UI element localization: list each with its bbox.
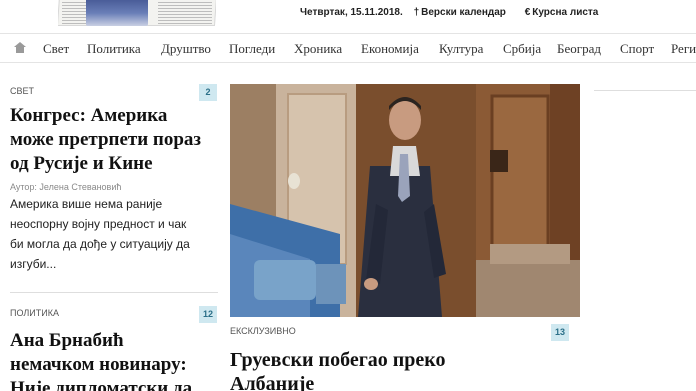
comment-count-badge[interactable]: 12 [199, 306, 217, 323]
nav-item-pogledi[interactable]: Погледи [229, 41, 275, 57]
newspaper-cover-thumbnail[interactable] [58, 0, 216, 27]
top-strip: Четвртак, 15.11.2018. † Верски календар €… [0, 0, 696, 28]
main-navigation: Свет Политика Друштво Погледи Хроника Ек… [0, 33, 696, 63]
calendar-link[interactable]: † Верски календар [414, 7, 514, 18]
nav-item-kultura[interactable]: Култура [439, 41, 483, 57]
exchange-rates-link[interactable]: € Курсна листа [525, 7, 607, 18]
article-author: Аутор: Јелена Стевановић [10, 182, 122, 192]
comment-count-badge[interactable]: 2 [199, 84, 217, 101]
category-label[interactable]: СВЕТ [10, 86, 34, 96]
article-headline[interactable]: Конгрес: Америка може претрпети пораз од… [10, 104, 218, 176]
divider [594, 90, 696, 91]
comment-count-badge[interactable]: 13 [551, 324, 569, 341]
featured-headline[interactable]: Груевски побегао преко Албаније [230, 348, 580, 391]
nav-item-hronika[interactable]: Хроника [294, 41, 342, 57]
nav-item-svet[interactable]: Свет [43, 41, 69, 57]
featured-article-image[interactable] [230, 84, 580, 317]
category-label[interactable]: ЕКСКЛУЗИВНО [230, 326, 296, 336]
divider [10, 292, 218, 293]
nav-item-politika[interactable]: Политика [87, 41, 141, 57]
header-meta: Четвртак, 15.11.2018. † Верски календар €… [300, 7, 614, 18]
nav-item-regioni[interactable]: Реги [671, 41, 696, 57]
current-date: Четвртак, 15.11.2018. [300, 7, 403, 18]
nav-item-beograd[interactable]: Београд [557, 41, 601, 57]
nav-item-srbija[interactable]: Србија [503, 41, 541, 57]
nav-item-sport[interactable]: Спорт [620, 41, 654, 57]
cross-icon: † [413, 7, 420, 18]
nav-item-ekonomija[interactable]: Економија [361, 41, 419, 57]
article-headline[interactable]: Ана Брнабић немачком новинару: Није дипл… [10, 329, 220, 391]
category-label[interactable]: ПОЛИТИКА [10, 308, 59, 318]
euro-icon: € [524, 7, 531, 18]
home-icon[interactable] [14, 42, 26, 53]
article-excerpt: Америка више нема раније неоспорну војну… [10, 197, 190, 271]
nav-item-drustvo[interactable]: Друштво [161, 41, 211, 57]
